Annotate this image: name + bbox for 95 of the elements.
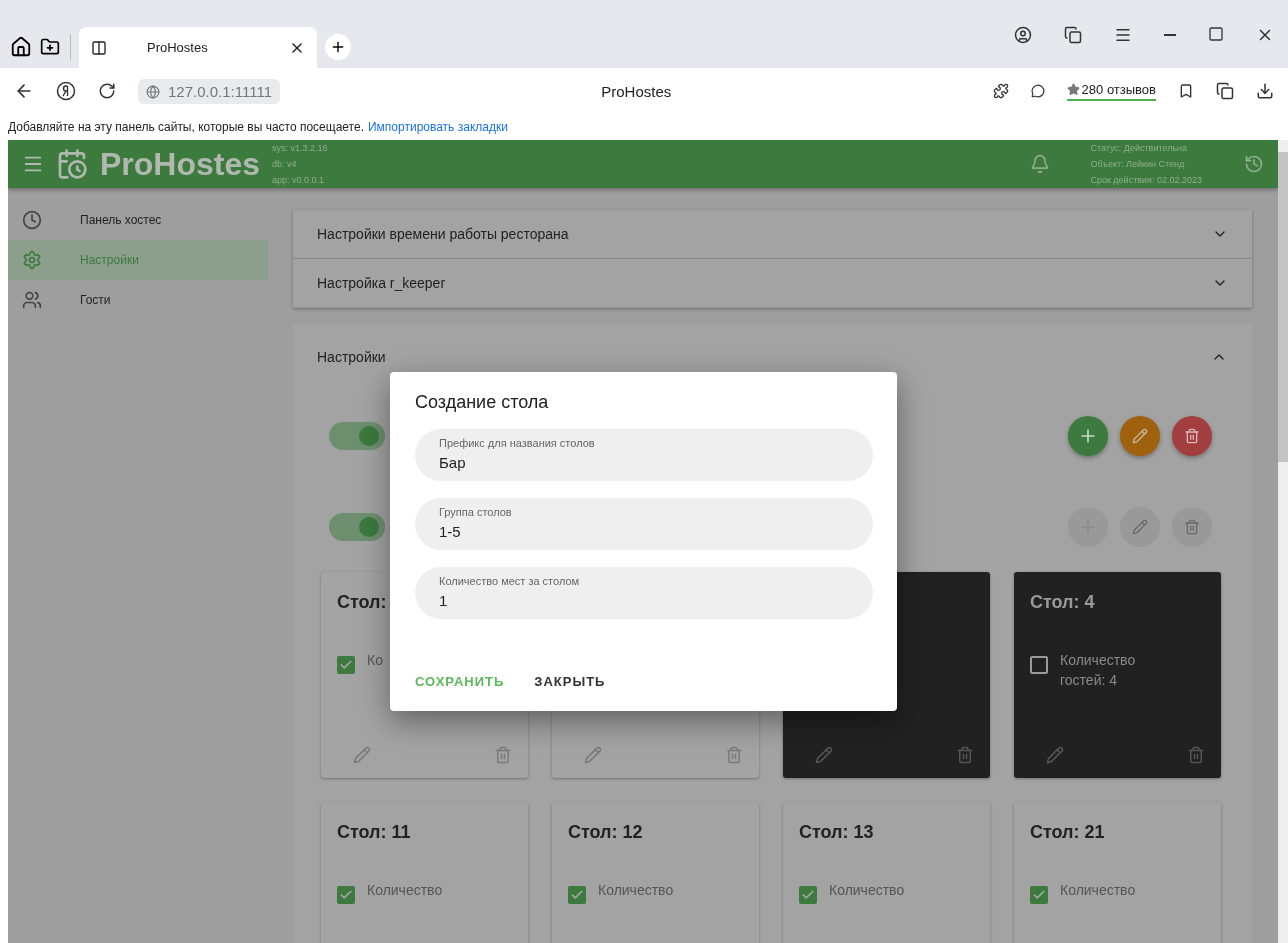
page-title: ProHostes [600,82,673,100]
text-field[interactable]: Количество мест за столом 1 [415,567,873,619]
text-field[interactable]: Группа столов 1-5 [415,498,873,550]
tab-favicon-icon [91,39,107,56]
checkbox[interactable] [337,656,355,674]
download-icon [1256,82,1274,100]
guests-label: гостей: 4 [1060,671,1118,690]
collections-icon [1216,82,1234,100]
logo-icon [56,148,88,180]
import-bookmarks-link[interactable]: Импортировать закладки [367,120,508,134]
field-label: Группа столов [439,506,513,518]
table-title: Стол: 21 [1030,822,1105,842]
delete-icon [725,746,743,764]
sidebar-item[interactable]: Гости [8,280,268,320]
edit-icon [584,746,602,764]
dialog-title: Создание стола [415,392,550,413]
status-text: Срок действия: 02.02.2023 [1090,174,1202,187]
check-icon [339,658,353,672]
brand-name: ProHostes [100,145,261,183]
edit-icon [1046,746,1064,764]
clock-icon [22,210,42,230]
guests-label: Количество [367,881,443,900]
folder-plus-icon [40,37,60,57]
pencil-icon [1132,427,1148,444]
toggle-switch[interactable] [329,512,385,541]
home-icon [10,36,32,58]
guests-label: Ко [367,651,383,670]
menu-icon [1114,26,1132,44]
reload-icon [98,82,116,100]
trash-icon [1184,427,1200,444]
table-title: Стол: 4 [1030,592,1095,612]
delete-icon [494,746,512,764]
checkbox[interactable] [568,886,586,904]
accordion-header[interactable]: Настройки времени работы ресторана [293,210,1252,259]
field-value[interactable]: Бар [439,454,849,471]
profile-icon [1014,26,1032,44]
sidebar-item[interactable]: Панель хостес [8,200,268,240]
check-icon [339,888,353,902]
toggle-switch[interactable] [329,421,385,450]
address-field[interactable]: 127.0.0.1:11111 [138,78,280,104]
version-text: sys: v1.3.2.16 [272,142,328,155]
refresh-icon [1244,154,1264,174]
bell-icon [1030,154,1051,174]
chat-icon [1030,84,1045,98]
table-title: Стол: [337,592,387,612]
version-text: app: v0.0.0.1 [272,174,326,187]
trash-icon [1184,518,1200,535]
status-text: Объект: Лейкин Стенд [1090,158,1186,171]
new-tab-button[interactable] [325,34,351,60]
checkbox[interactable] [1030,656,1048,674]
guests-label: Количество [829,881,905,900]
version-text: db: v4 [272,158,298,171]
accordion-header[interactable]: Настройка r_keeper [293,259,1252,308]
accordion-header[interactable]: Настройки [317,324,1227,390]
delete-icon [1187,746,1205,764]
browser-logo-icon[interactable] [56,81,76,101]
bookmarks-hint: Добавляйте на эту панель сайты, которые вы часто посещаете. [8,120,364,134]
globe-icon [146,84,160,99]
table-title: Стол: 11 [337,822,411,842]
status-text: Статус: Действительна [1090,142,1189,155]
maximize-icon [1208,26,1224,42]
field-value[interactable]: 1-5 [439,523,849,540]
field-label: Префикс для названия столов [439,437,596,449]
check-icon [801,888,815,902]
edit-icon [353,746,371,764]
checkbox[interactable] [337,886,355,904]
tabs-icon [1064,26,1082,44]
edit-button[interactable] [1120,415,1160,456]
check-icon [1032,888,1046,902]
table-title: Стол: 13 [799,822,874,842]
guests-label: Количество [1060,881,1136,900]
guests-label: Количество [1060,651,1136,670]
extension-icon [992,83,1009,99]
scrollbar[interactable] [1278,140,1288,943]
plus-icon [330,39,346,55]
close-button[interactable]: ЗАКРЫТЬ [524,668,616,695]
settings-icon [22,250,42,270]
star-icon [1066,82,1080,96]
browser-tab[interactable]: ProHostes [79,27,317,68]
checkbox[interactable] [1030,886,1048,904]
table-title: Стол: 12 [568,822,643,842]
add-button[interactable] [1068,415,1108,456]
field-value[interactable]: 1 [439,592,849,609]
bookmark-icon [1178,83,1194,99]
delete-icon [956,746,974,764]
check-icon [570,888,584,902]
people-icon [22,290,42,310]
field-label: Количество мест за столом [439,575,581,587]
checkbox[interactable] [799,886,817,904]
guests-label: Количество [598,881,674,900]
pencil-icon [1132,518,1148,535]
edit-icon [815,746,833,764]
text-field[interactable]: Префикс для названия столов Бар [415,429,873,481]
reviews-link[interactable]: 280 отзывов [1066,81,1156,101]
delete-button[interactable] [1172,415,1212,456]
